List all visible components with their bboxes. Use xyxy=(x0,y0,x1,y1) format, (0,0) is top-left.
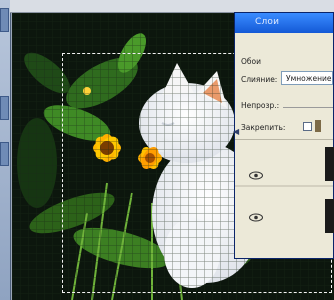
tool-tab[interactable] xyxy=(0,142,9,166)
tools-panel-edge xyxy=(0,0,11,300)
blend-mode-select[interactable]: Умножение xyxy=(281,71,333,85)
photo-editor-window: Слои Обои Слияние: Умножение Непрозр.: З… xyxy=(0,0,334,300)
lock-label: Закрепить: xyxy=(241,123,286,132)
layer-thumbnail[interactable] xyxy=(325,199,334,233)
layers-panel-titlebar[interactable]: Слои xyxy=(235,13,333,33)
tool-tab[interactable] xyxy=(0,8,9,32)
layer-row-separator xyxy=(235,185,333,187)
blend-mode-label: Слияние: xyxy=(241,75,278,84)
lock-transparency-icon[interactable] xyxy=(303,122,312,131)
eye-icon[interactable] xyxy=(249,171,263,180)
layers-panel-title: Слои xyxy=(255,17,280,27)
lock-image-icon[interactable] xyxy=(315,120,321,132)
layers-panel: Слои Обои Слияние: Умножение Непрозр.: З… xyxy=(233,12,334,259)
opacity-slider-track[interactable] xyxy=(283,107,333,108)
opacity-label: Непрозр.: xyxy=(241,101,280,110)
layers-panel-subtitle: Обои xyxy=(241,57,261,66)
panel-collapse-arrow-icon[interactable]: ◀ xyxy=(233,127,239,136)
layer-thumbnail[interactable] xyxy=(325,147,334,181)
tool-tab[interactable] xyxy=(0,96,9,120)
eye-icon[interactable] xyxy=(249,213,263,222)
layer-list-divider xyxy=(235,139,333,140)
